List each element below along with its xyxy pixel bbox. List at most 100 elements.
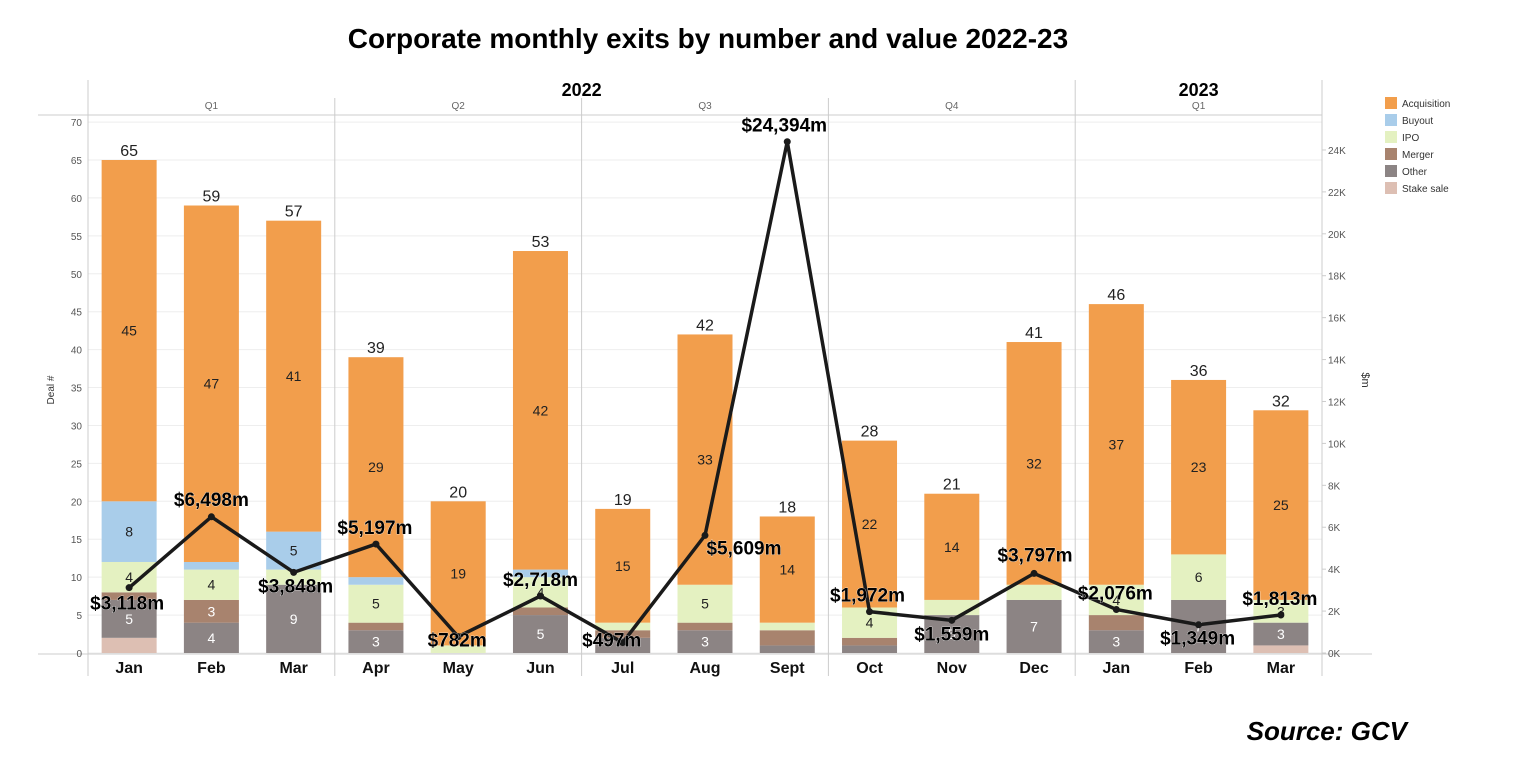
segment-label: 9: [290, 611, 298, 627]
year-label: 2023: [1179, 80, 1219, 100]
legend-label: Merger: [1402, 150, 1434, 161]
segment-label: 29: [368, 459, 384, 475]
total-label: 53: [532, 234, 550, 251]
legend-label: IPO: [1402, 133, 1419, 144]
x-tick-label: Aug: [689, 660, 720, 677]
x-tick-label: Feb: [197, 660, 226, 677]
value-point: [1277, 611, 1285, 619]
segment-label: 45: [121, 323, 137, 339]
y-tick-label: 45: [71, 308, 83, 319]
y-axis-label: Deal #: [46, 375, 57, 404]
bar-segment-merger: [677, 622, 733, 631]
bar-segment-merger: [348, 622, 404, 631]
chart: Corporate monthly exits by number and va…: [38, 23, 1450, 746]
value-label: $1,349m: [1160, 629, 1235, 650]
value-label: $24,394m: [741, 116, 827, 137]
y2-tick-label: 22K: [1328, 188, 1346, 199]
bar-segment-ipo: [1006, 584, 1062, 600]
bar-segment-other: [842, 645, 898, 653]
segment-label: 4: [125, 569, 133, 585]
bar-segment-stake-sale: [1253, 645, 1309, 653]
y-tick-label: 25: [71, 459, 83, 470]
total-label: 36: [1190, 363, 1208, 380]
total-label: 32: [1272, 393, 1290, 410]
segment-label: 3: [372, 634, 380, 650]
segment-label: 19: [450, 565, 466, 581]
y2-tick-label: 16K: [1328, 314, 1346, 325]
y2-tick-label: 6K: [1328, 523, 1341, 534]
total-label: 19: [614, 492, 632, 509]
bar-segment-merger: [759, 630, 815, 646]
quarter-label: Q4: [945, 101, 959, 112]
y-tick-label: 20: [71, 497, 83, 508]
legend-swatch: [1385, 131, 1397, 143]
value-label: $6,498m: [174, 490, 249, 511]
segment-label: 5: [290, 543, 298, 559]
value-label: $1,559m: [914, 624, 989, 645]
segment-label: 14: [944, 539, 960, 555]
bar-segment-buyout: [348, 577, 404, 585]
segment-label: 4: [866, 615, 874, 631]
legend-label: Acquisition: [1402, 99, 1450, 110]
value-label: $2,718m: [503, 570, 578, 591]
y2-tick-label: 0K: [1328, 649, 1341, 660]
x-tick-label: Jan: [115, 660, 143, 677]
segment-label: 3: [1112, 634, 1120, 650]
value-label: $2,076m: [1078, 583, 1153, 604]
segment-label: 3: [208, 603, 216, 619]
total-label: 41: [1025, 325, 1043, 342]
value-label: $1,972m: [830, 586, 905, 607]
value-label: $3,848m: [258, 576, 333, 597]
segment-label: 4: [208, 577, 216, 593]
legend-swatch: [1385, 148, 1397, 160]
segment-label: 33: [697, 452, 713, 468]
x-tick-label: Oct: [856, 660, 883, 677]
legend-swatch: [1385, 114, 1397, 126]
chart-title: Corporate monthly exits by number and va…: [348, 23, 1068, 54]
value-label: $5,609m: [706, 538, 781, 559]
total-label: 18: [778, 499, 796, 516]
y-tick-label: 5: [76, 611, 82, 622]
y2-tick-label: 24K: [1328, 146, 1346, 157]
value-point: [783, 138, 791, 146]
value-point: [207, 513, 215, 521]
segment-label: 32: [1026, 455, 1042, 471]
total-label: 39: [367, 340, 385, 357]
y2-tick-label: 4K: [1328, 565, 1341, 576]
segment-label: 41: [286, 368, 302, 384]
segment-label: 22: [862, 516, 878, 532]
segment-label: 5: [537, 626, 545, 642]
legend-swatch: [1385, 97, 1397, 109]
y-tick-label: 35: [71, 384, 83, 395]
total-label: 46: [1107, 287, 1125, 304]
value-point: [536, 592, 544, 600]
y2-tick-label: 12K: [1328, 397, 1346, 408]
legend: Acquisition Buyout IPO Merger Other Stake sal…: [1385, 97, 1450, 195]
source-note: Source: GCV: [1247, 716, 1410, 746]
x-tick-label: Feb: [1184, 660, 1213, 677]
value-point: [948, 616, 956, 624]
y2-tick-label: 18K: [1328, 272, 1346, 283]
x-tick-label: Dec: [1019, 660, 1048, 677]
quarter-label: Q1: [1192, 101, 1206, 112]
legend-swatch: [1385, 182, 1397, 194]
total-label: 28: [861, 424, 879, 441]
legend-label: Buyout: [1402, 116, 1433, 127]
y-tick-label: 15: [71, 535, 83, 546]
year-label: 2022: [562, 80, 602, 100]
total-label: 57: [285, 204, 303, 221]
value-point: [125, 584, 133, 592]
segment-label: 15: [615, 558, 631, 574]
value-point: [290, 568, 298, 576]
x-tick-label: May: [443, 660, 474, 677]
bar-segment-merger: [842, 637, 898, 646]
quarter-label: Q3: [698, 101, 712, 112]
y-tick-label: 40: [71, 346, 83, 357]
segment-label: 6: [1195, 569, 1203, 585]
y-tick-label: 10: [71, 573, 83, 584]
segment-label: 3: [1277, 626, 1285, 642]
segment-label: 14: [779, 562, 795, 578]
y2-tick-label: 2K: [1328, 607, 1341, 618]
y-tick-label: 65: [71, 156, 83, 167]
y2-tick-label: 10K: [1328, 439, 1346, 450]
